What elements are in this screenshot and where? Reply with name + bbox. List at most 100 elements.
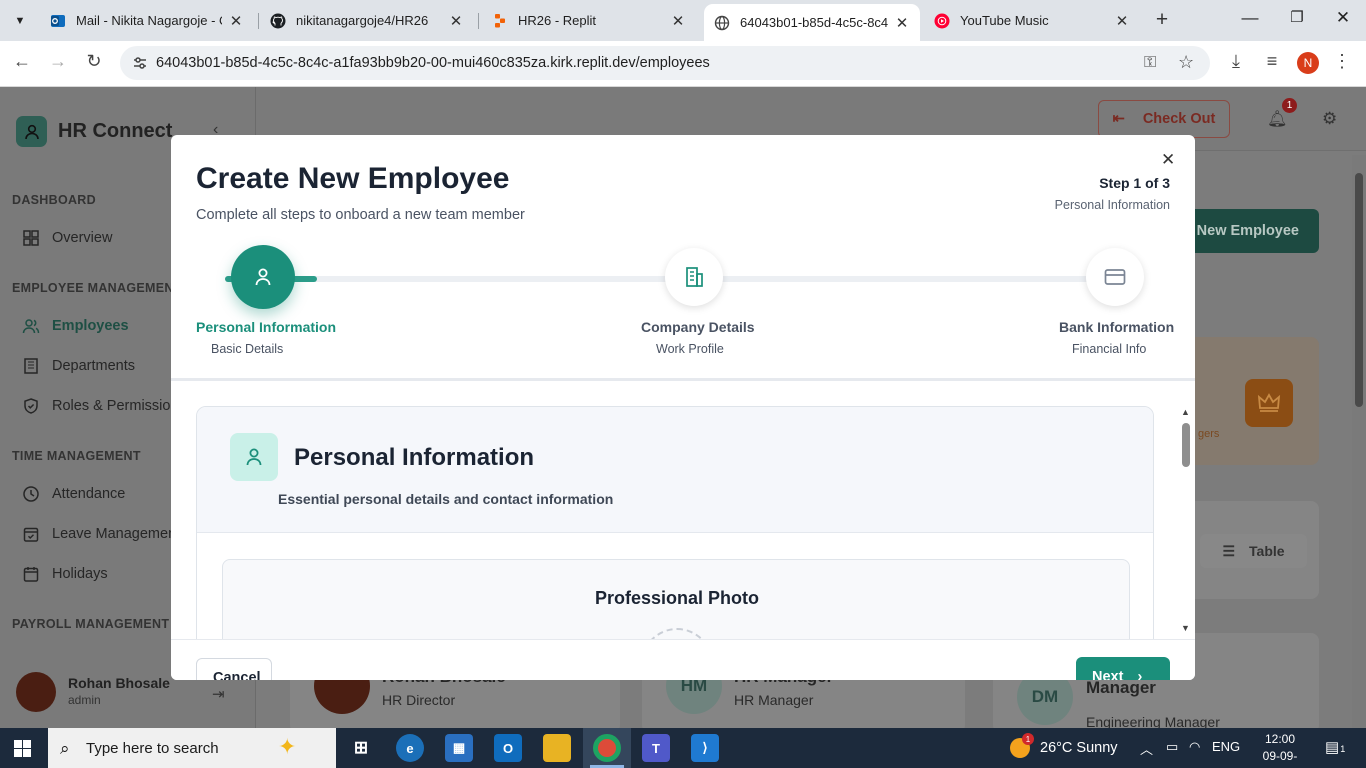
- user-icon: [230, 433, 278, 481]
- tab-search-button[interactable]: ▼: [7, 8, 33, 34]
- sidebar-item-label: Leave Management: [52, 526, 181, 542]
- notification-count: 1: [1340, 744, 1346, 754]
- vscode-icon[interactable]: ⟩: [691, 734, 719, 762]
- windows-start-icon[interactable]: [14, 740, 31, 757]
- tab-active-app[interactable]: 64043b01-b85d-4c5c-8c4c-a ✕: [704, 4, 920, 41]
- bell-icon[interactable]: 🔔︎: [1267, 109, 1287, 129]
- check-out-button[interactable]: ⇤ Check Out: [1098, 100, 1230, 138]
- next-button[interactable]: Next ›: [1076, 657, 1170, 680]
- photo-upload-panel: Professional Photo: [222, 559, 1130, 639]
- edge-icon[interactable]: e: [396, 734, 424, 762]
- tab-replit[interactable]: HR26 - Replit ✕: [482, 5, 696, 36]
- close-tab-icon[interactable]: ✕: [448, 12, 464, 30]
- tab-youtube-music[interactable]: YouTube Music ✕: [924, 5, 1140, 36]
- reload-icon[interactable]: ↻: [82, 51, 106, 72]
- restore-button[interactable]: ❐: [1284, 8, 1310, 26]
- tab-outlook-mail[interactable]: Mail - Nikita Nagargoje - Ou ✕: [40, 5, 254, 36]
- section-payroll-management: PAYROLL MANAGEMENT: [12, 617, 170, 631]
- clock-date: 09-09-2025: [1262, 749, 1298, 768]
- sidebar-item-roles[interactable]: Roles & Permissions: [22, 397, 186, 415]
- sidebar-item-label: Employees: [52, 318, 129, 334]
- media-control-icon[interactable]: ≡: [1260, 51, 1284, 72]
- logout-icon[interactable]: ⇥: [212, 685, 225, 703]
- outlook-taskbar-icon[interactable]: O: [494, 734, 522, 762]
- user-profile[interactable]: Rohan Bhosale admin: [16, 672, 170, 712]
- back-icon[interactable]: ←: [10, 51, 34, 72]
- language-indicator[interactable]: ENG: [1212, 739, 1240, 754]
- scroll-up-arrow-icon[interactable]: ▲: [1181, 407, 1190, 417]
- microsoft-store-icon[interactable]: ▦: [445, 734, 473, 762]
- chevron-up-icon[interactable]: ︿: [1140, 739, 1153, 758]
- tab-title: YouTube Music: [960, 13, 1049, 28]
- sidebar-item-label: Attendance: [52, 486, 126, 502]
- close-icon[interactable]: ✕: [1161, 150, 1175, 170]
- site-settings-icon[interactable]: [132, 55, 148, 71]
- teams-icon[interactable]: T: [642, 734, 670, 762]
- photo-title: Professional Photo: [594, 588, 760, 608]
- table-view-button[interactable]: ☰ Table: [1200, 534, 1307, 568]
- address-bar[interactable]: 64043b01-b85d-4c5c-8c4c-a1fa93bb9b20-00-…: [120, 46, 1210, 80]
- taskbar-search-input[interactable]: ⌕ Type here to search ✦: [48, 728, 336, 768]
- table-view-label: Table: [1249, 543, 1285, 559]
- file-explorer-icon[interactable]: [543, 734, 571, 762]
- weather-widget[interactable]: 1 26°C Sunny: [1010, 733, 1118, 758]
- close-window-button[interactable]: ✕: [1330, 8, 1356, 28]
- new-tab-button[interactable]: +: [1150, 8, 1174, 32]
- notification-center-icon[interactable]: ▤1: [1325, 738, 1345, 756]
- browser-menu-icon[interactable]: ⋮: [1330, 51, 1354, 72]
- battery-icon[interactable]: ▭: [1166, 739, 1178, 755]
- github-icon: [270, 13, 286, 28]
- forward-icon[interactable]: →: [46, 51, 70, 72]
- photo-upload-dropzone[interactable]: [641, 628, 713, 639]
- scrollbar-thumb[interactable]: [1182, 423, 1190, 467]
- dialog-footer: Cancel Next ›: [171, 639, 1195, 680]
- gear-icon[interactable]: ⚙: [1322, 109, 1337, 129]
- profile-avatar[interactable]: N: [1297, 52, 1319, 74]
- personal-info-section: Personal Information Essential personal …: [196, 406, 1154, 639]
- download-icon[interactable]: ⤓: [1224, 51, 1248, 72]
- password-key-icon[interactable]: ⚿: [1144, 54, 1156, 72]
- windows-taskbar: ⌕ Type here to search ✦ ⊞ e ▦ O T ⟩ 1 26…: [0, 728, 1366, 768]
- minimize-button[interactable]: —: [1237, 8, 1263, 28]
- section-header: Personal Information Essential personal …: [197, 407, 1153, 533]
- step-company-button[interactable]: [665, 248, 723, 306]
- clock-time: 12:00: [1264, 732, 1296, 746]
- wifi-icon[interactable]: ◠: [1189, 739, 1200, 755]
- chevron-right-icon: ›: [1137, 669, 1143, 680]
- cancel-button[interactable]: Cancel: [196, 658, 272, 680]
- sidebar-item-holidays[interactable]: Holidays: [22, 565, 108, 583]
- step-bank-button[interactable]: [1086, 248, 1144, 306]
- clock-icon: [23, 486, 39, 502]
- tab-separator: [478, 13, 479, 29]
- search-placeholder: Type here to search: [86, 739, 219, 757]
- tab-title: 64043b01-b85d-4c5c-8c4c-a: [740, 15, 888, 30]
- sun-icon: 1: [1010, 733, 1034, 758]
- sidebar-item-employees[interactable]: Employees: [22, 317, 129, 335]
- employee-role: HR Manager: [734, 692, 814, 708]
- sidebar-item-leave[interactable]: Leave Management: [22, 525, 180, 543]
- close-tab-icon[interactable]: ✕: [228, 12, 244, 30]
- task-view-icon[interactable]: ⊞: [347, 734, 375, 762]
- building-icon: [24, 358, 38, 374]
- close-tab-icon[interactable]: ✕: [1114, 12, 1130, 30]
- bookmark-star-icon[interactable]: ☆: [1178, 52, 1194, 73]
- check-out-label: Check Out: [1142, 111, 1216, 127]
- brand-logo-icon: [16, 116, 47, 147]
- page-scrollbar-thumb[interactable]: [1355, 173, 1363, 407]
- brand-name: HR Connect: [58, 120, 173, 142]
- dialog-scrollbar[interactable]: ▲ ▼: [1179, 407, 1193, 637]
- sidebar-item-departments[interactable]: Departments: [22, 357, 135, 375]
- globe-icon: [714, 15, 730, 30]
- tab-github[interactable]: nikitanagargoje4/HR26 ✕: [260, 5, 474, 36]
- close-tab-icon[interactable]: ✕: [670, 12, 686, 30]
- chrome-icon[interactable]: [593, 734, 621, 762]
- stat-card-label: gers: [1198, 428, 1220, 440]
- new-employee-button[interactable]: New Employee: [1180, 209, 1319, 253]
- sidebar-item-attendance[interactable]: Attendance: [22, 485, 125, 503]
- close-tab-icon[interactable]: ✕: [894, 14, 910, 32]
- taskbar-clock[interactable]: 12:00 09-09-2025: [1250, 731, 1310, 768]
- scroll-down-arrow-icon[interactable]: ▼: [1181, 623, 1190, 633]
- search-icon: ⌕: [60, 739, 70, 758]
- step-personal-button[interactable]: [231, 245, 295, 309]
- sidebar-item-overview[interactable]: Overview: [22, 229, 112, 247]
